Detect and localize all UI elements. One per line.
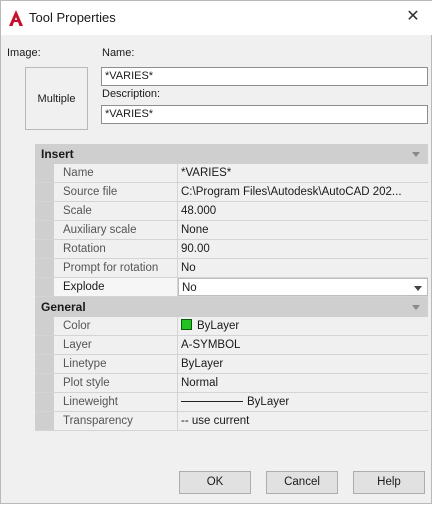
image-preview-text: Multiple	[37, 92, 76, 105]
property-value-container[interactable]: ByLayer	[178, 393, 428, 411]
property-value: ByLayer	[197, 320, 240, 332]
property-value[interactable]: *VARIES*	[178, 164, 428, 182]
row-gutter	[35, 221, 54, 239]
row-gutter	[35, 336, 54, 354]
row-gutter	[35, 278, 54, 296]
row-gutter	[35, 317, 54, 335]
property-row-prompt-for-rotation[interactable]: Prompt for rotation No	[35, 259, 428, 278]
property-row-color[interactable]: Color ByLayer	[35, 317, 428, 336]
close-button[interactable]: ✕	[399, 5, 427, 29]
property-value: No	[182, 282, 197, 294]
property-row-source-file[interactable]: Source file C:\Program Files\Autodesk\Au…	[35, 183, 428, 202]
property-row-transparency[interactable]: Transparency -- use current	[35, 412, 428, 431]
property-row-name[interactable]: Name *VARIES*	[35, 164, 428, 183]
tool-properties-dialog: Tool Properties ✕ Image: Multiple Name: …	[0, 0, 433, 504]
property-value[interactable]: A-SYMBOL	[178, 336, 428, 354]
name-label: Name:	[102, 47, 135, 59]
property-row-layer[interactable]: Layer A-SYMBOL	[35, 336, 428, 355]
property-name: Prompt for rotation	[54, 259, 178, 277]
cancel-button[interactable]: Cancel	[266, 471, 338, 494]
image-preview[interactable]: Multiple	[25, 67, 88, 130]
property-name: Linetype	[54, 355, 178, 373]
property-grid: Insert Name *VARIES* Source file C:\Prog…	[35, 144, 428, 444]
property-row-scale[interactable]: Scale 48.000	[35, 202, 428, 221]
image-label: Image:	[7, 47, 41, 59]
property-name: Color	[54, 317, 178, 335]
property-name: Rotation	[54, 240, 178, 258]
property-name: Scale	[54, 202, 178, 220]
row-gutter	[35, 259, 54, 277]
property-name: Layer	[54, 336, 178, 354]
property-row-rotation[interactable]: Rotation 90.00	[35, 240, 428, 259]
help-button[interactable]: Help	[353, 471, 425, 494]
category-general[interactable]: General	[35, 297, 428, 317]
property-name: Lineweight	[54, 393, 178, 411]
row-gutter	[35, 355, 54, 373]
row-gutter	[35, 374, 54, 392]
property-value[interactable]: 90.00	[178, 240, 428, 258]
property-row-linetype[interactable]: Linetype ByLayer	[35, 355, 428, 374]
property-name: Transparency	[54, 412, 178, 430]
description-field[interactable]: *VARIES*	[101, 105, 428, 124]
property-row-explode[interactable]: Explode No	[35, 278, 428, 297]
row-gutter	[35, 183, 54, 201]
property-value-container[interactable]: ByLayer	[178, 317, 428, 335]
window-title: Tool Properties	[29, 10, 116, 25]
property-value[interactable]: C:\Program Files\Autodesk\AutoCAD 202...	[178, 183, 428, 201]
lineweight-line-icon	[181, 401, 243, 402]
property-name: Auxiliary scale	[54, 221, 178, 239]
property-value[interactable]: 48.000	[178, 202, 428, 220]
explode-dropdown[interactable]: No	[178, 278, 428, 296]
autocad-logo-icon	[9, 10, 23, 26]
color-swatch-icon	[181, 319, 192, 330]
category-insert-title: Insert	[41, 147, 74, 161]
name-field[interactable]: *VARIES*	[101, 67, 428, 86]
close-icon: ✕	[406, 8, 420, 25]
property-row-lineweight[interactable]: Lineweight ByLayer	[35, 393, 428, 412]
property-name: Source file	[54, 183, 178, 201]
collapse-arrow-icon[interactable]	[412, 152, 420, 157]
row-gutter	[35, 393, 54, 411]
collapse-arrow-icon[interactable]	[412, 305, 420, 310]
row-gutter	[35, 164, 54, 182]
row-gutter	[35, 202, 54, 220]
property-name: Name	[54, 164, 178, 182]
property-name: Explode	[54, 278, 178, 296]
title-bar: Tool Properties ✕	[1, 1, 433, 35]
row-gutter	[35, 240, 54, 258]
property-value[interactable]: None	[178, 221, 428, 239]
category-insert[interactable]: Insert	[35, 144, 428, 164]
property-row-plot-style[interactable]: Plot style Normal	[35, 374, 428, 393]
property-value[interactable]: ByLayer	[178, 355, 428, 373]
property-name: Plot style	[54, 374, 178, 392]
category-general-title: General	[41, 300, 86, 314]
ok-button[interactable]: OK	[179, 471, 251, 494]
description-label: Description:	[102, 88, 161, 100]
property-value[interactable]: -- use current	[178, 412, 428, 430]
chevron-down-icon[interactable]	[414, 286, 422, 291]
row-gutter	[35, 412, 54, 430]
property-value: ByLayer	[247, 396, 290, 408]
property-value[interactable]: Normal	[178, 374, 428, 392]
property-value[interactable]: No	[178, 259, 428, 277]
property-row-auxiliary-scale[interactable]: Auxiliary scale None	[35, 221, 428, 240]
